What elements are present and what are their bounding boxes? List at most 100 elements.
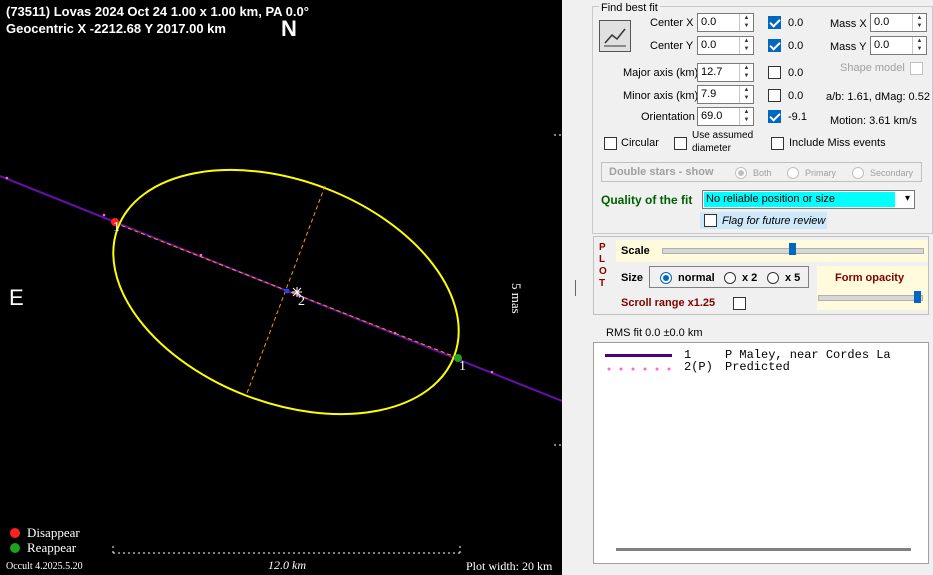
scale-label: Scale <box>621 245 650 257</box>
size-normal-label: normal <box>678 272 715 284</box>
splitter-gutter[interactable] <box>562 0 590 575</box>
find-best-fit-button[interactable] <box>599 20 631 52</box>
plot-width-label: Plot width: 20 km <box>466 559 553 573</box>
size-x2-label: x 2 <box>742 272 758 284</box>
center-x-input[interactable]: 0.0 ▲ ▼ <box>697 13 754 32</box>
include-miss-label: Include Miss events <box>789 137 886 149</box>
plot-geocentric: Geocentric X -2212.68 Y 2017.00 km <box>6 21 226 36</box>
center-y-fit-value: 0.0 <box>788 40 804 52</box>
orientation-label: Orientation <box>641 111 695 123</box>
minor-axis-input[interactable]: 7.9 ▲ ▼ <box>697 85 754 104</box>
rms-fit-label: RMS fit 0.0 ±0.0 km <box>606 327 703 339</box>
major-axis-fit-value: 0.0 <box>788 67 804 79</box>
double-both-label: Both <box>753 168 772 178</box>
find-best-fit-label: Find best fit <box>599 2 660 14</box>
chord-label-1: 1 <box>113 220 120 235</box>
occultation-plot[interactable]: (73511) Lovas 2024 Oct 24 1.00 x 1.00 km… <box>0 0 562 575</box>
mass-x-input[interactable]: 0.0 ▲ ▼ <box>870 13 927 32</box>
double-secondary-radio[interactable] <box>852 167 864 179</box>
plot-canvas <box>0 134 562 554</box>
spinner-arrows-icon: ▲ ▼ <box>739 64 753 81</box>
chord-list[interactable]: 1 P Maley, near Cordes La 2(P) Predicted <box>593 342 929 564</box>
plot-title: (73511) Lovas 2024 Oct 24 1.00 x 1.00 km… <box>6 4 309 19</box>
chord-list-scrollbar[interactable] <box>616 548 911 551</box>
include-miss-checkbox[interactable] <box>771 137 784 150</box>
form-opacity-label: Form opacity <box>835 272 905 284</box>
center-y-fit-checkbox[interactable] <box>768 39 781 52</box>
chevron-down-icon: ▾ <box>904 193 910 204</box>
orientation-input[interactable]: 69.0 ▲ ▼ <box>697 107 754 126</box>
scroll-range-checkbox[interactable] <box>733 297 746 310</box>
spinner-arrows-icon: ▲ ▼ <box>739 86 753 103</box>
center-marker <box>284 288 290 294</box>
version-label: Occult 4.2025.5.20 <box>6 561 83 572</box>
motion-label: Motion: 3.61 km/s <box>830 115 917 127</box>
chord-label-3: 1 <box>459 359 466 374</box>
major-axis-fit-checkbox[interactable] <box>768 66 781 79</box>
shape-model-label: Shape model <box>840 62 905 74</box>
splitter-grip[interactable] <box>575 280 576 296</box>
flag-review-checkbox[interactable] <box>704 214 717 227</box>
east-label: E <box>9 285 24 310</box>
use-assumed-diameter-checkbox[interactable] <box>674 137 687 150</box>
legend-disappear-dot <box>10 528 20 538</box>
scroll-range-label: Scroll range x1.25 <box>621 297 716 309</box>
spinner-arrows-icon: ▲ ▼ <box>739 108 753 125</box>
fit-control-panel: Find best fit Center X 0.0 ▲ ▼ 0.0 Mass X … <box>590 0 933 575</box>
chart-icon <box>604 28 626 47</box>
mass-x-label: Mass X <box>830 18 867 30</box>
center-x-label: Center X <box>650 17 694 29</box>
ab-dmag-label: a/b: 1.61, dMag: 0.52 <box>826 91 930 103</box>
double-both-radio[interactable] <box>735 167 747 179</box>
circular-label: Circular <box>621 137 659 149</box>
mas-scale-label: 5 mas <box>509 283 524 314</box>
major-axis-label: Major axis (km) <box>623 67 699 79</box>
double-primary-radio[interactable] <box>787 167 799 179</box>
scale-slider-thumb[interactable] <box>789 243 796 255</box>
size-x5-radio[interactable] <box>767 272 779 284</box>
size-x2-radio[interactable] <box>724 272 736 284</box>
mass-y-input[interactable]: 0.0 ▲ ▼ <box>870 36 927 55</box>
use-assumed-label-2: diameter <box>692 143 731 154</box>
double-primary-label: Primary <box>805 168 836 178</box>
minor-axis-fit-checkbox[interactable] <box>768 89 781 102</box>
quality-label: Quality of the fit <box>601 193 693 207</box>
legend-reappear-dot <box>10 543 20 553</box>
major-axis-input[interactable]: 12.7 ▲ ▼ <box>697 63 754 82</box>
center-x-fit-checkbox[interactable] <box>768 16 781 29</box>
center-y-label: Center Y <box>650 40 694 52</box>
spinner-arrows-icon: ▲ ▼ <box>739 37 753 54</box>
chord-2-swatch <box>605 363 675 371</box>
center-x-fit-value: 0.0 <box>788 17 804 29</box>
km-scale-bar <box>112 546 461 554</box>
north-label: N <box>281 16 297 41</box>
chord-2-number: 2(P) <box>684 360 713 374</box>
opacity-slider-thumb[interactable] <box>914 291 921 303</box>
scale-bar-label: 12.0 km <box>268 558 306 572</box>
plot-vertical-label: PLOT <box>599 242 607 289</box>
double-secondary-label: Secondary <box>870 168 914 178</box>
mass-y-label: Mass Y <box>830 41 867 53</box>
chord-1-swatch <box>605 354 672 357</box>
flag-review-label: Flag for future review <box>722 215 826 227</box>
quality-select[interactable]: No reliable position or size ▾ <box>702 190 915 209</box>
legend-disappear-label: Disappear <box>27 525 80 540</box>
shape-model-checkbox[interactable] <box>910 62 923 75</box>
circular-checkbox[interactable] <box>604 137 617 150</box>
size-label: Size <box>621 272 644 284</box>
orientation-fit-value: -9.1 <box>788 111 807 123</box>
chord-2-name: Predicted <box>725 360 790 374</box>
use-assumed-label-1: Use assumed <box>692 130 754 141</box>
opacity-slider[interactable] <box>818 295 923 301</box>
size-x5-label: x 5 <box>785 272 801 284</box>
center-y-input[interactable]: 0.0 ▲ ▼ <box>697 36 754 55</box>
double-stars-label: Double stars - show <box>609 166 714 178</box>
spinner-arrows-icon: ▲ ▼ <box>912 37 926 54</box>
spinner-arrows-icon: ▲ ▼ <box>912 14 926 31</box>
quality-select-value: No reliable position or size <box>706 193 836 205</box>
minor-axis-fit-value: 0.0 <box>788 90 804 102</box>
orientation-fit-checkbox[interactable] <box>768 110 781 123</box>
legend-reappear-label: Reappear <box>27 540 77 555</box>
size-normal-radio[interactable] <box>660 272 672 284</box>
minor-axis-label: Minor axis (km) <box>623 90 699 102</box>
